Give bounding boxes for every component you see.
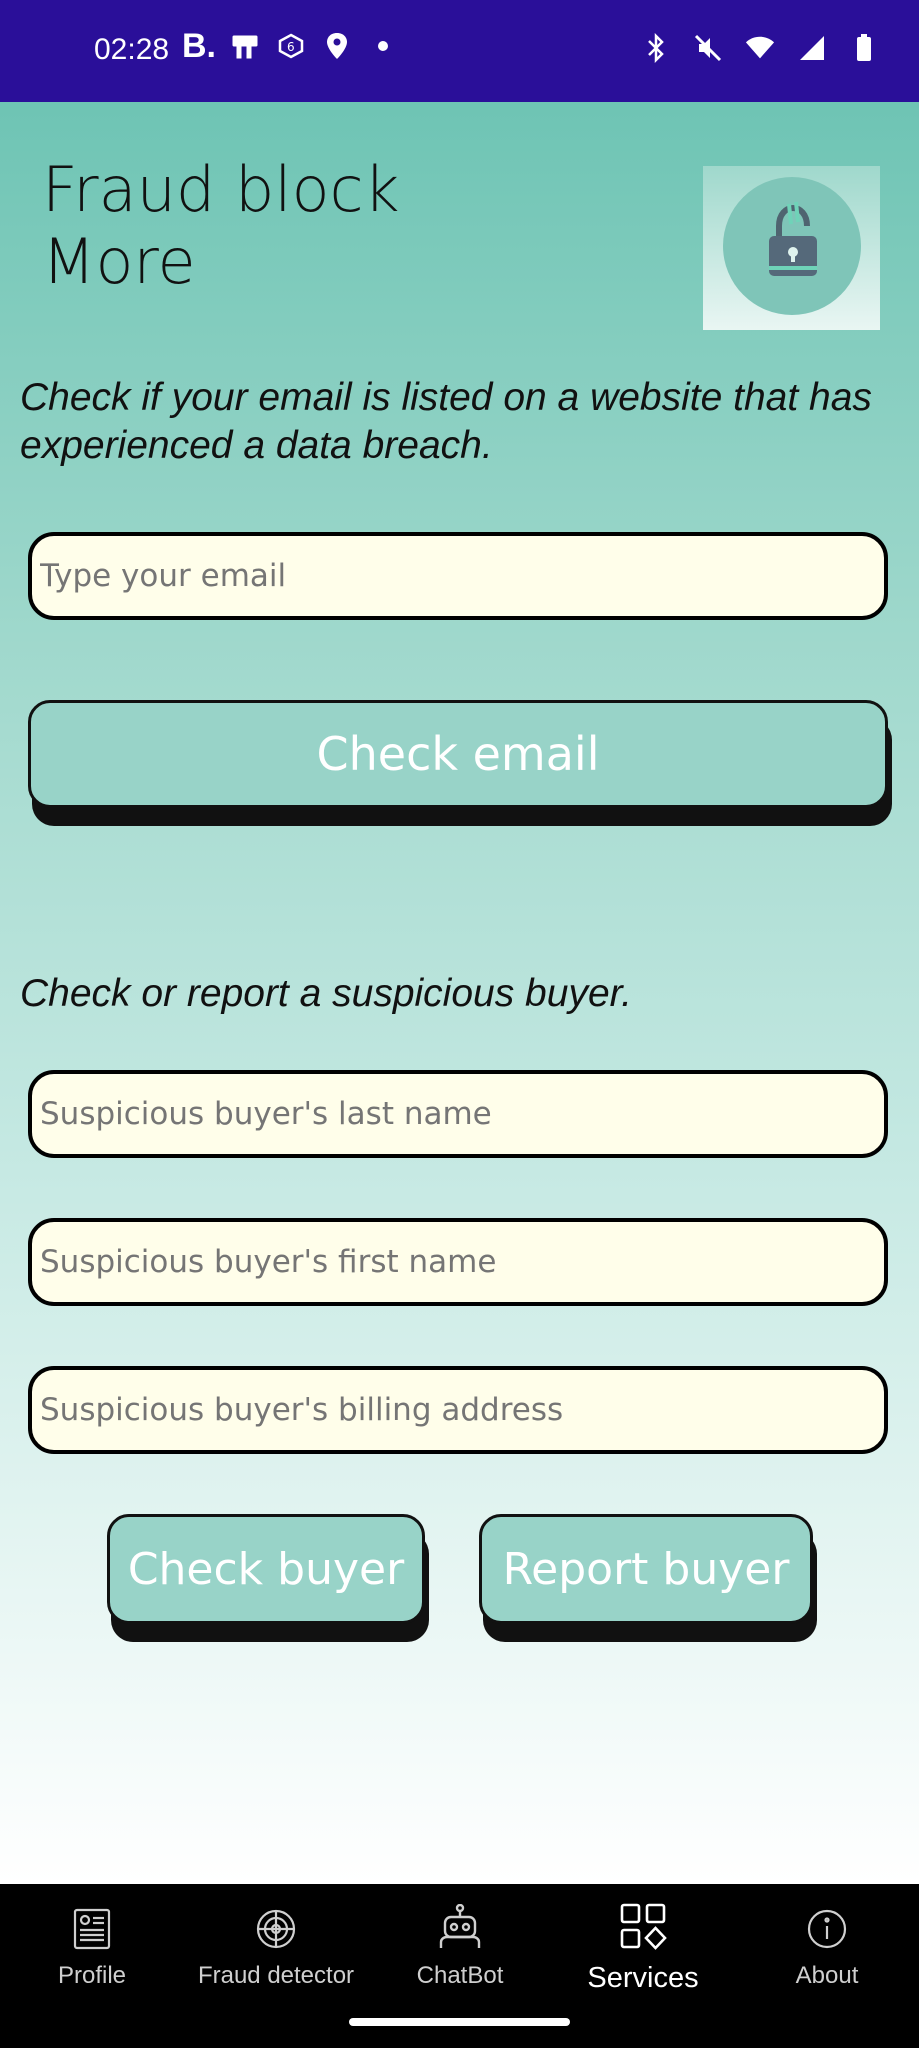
- info-icon: [742, 1900, 912, 1950]
- home-indicator[interactable]: [349, 2018, 570, 2026]
- status-icons-left: B. 6: [182, 26, 398, 65]
- nav-label-about: About: [795, 1962, 859, 1989]
- nav-item-services[interactable]: Services: [558, 1896, 728, 1995]
- location-icon: [322, 30, 352, 62]
- padlock-icon: [769, 201, 817, 276]
- signal-icon: [797, 32, 827, 64]
- app-icon: 6: [276, 30, 306, 62]
- nav-label-profile: Profile: [57, 1962, 127, 1989]
- check-buyer-button[interactable]: Check buyer: [107, 1514, 425, 1624]
- check-email-button[interactable]: Check email: [28, 700, 888, 808]
- booking-b-icon: B.: [182, 26, 216, 65]
- buyer-section-description: Check or report a suspicious buyer.: [20, 972, 633, 1015]
- radar-icon: [186, 1900, 366, 1950]
- page-title: Fraud block More: [42, 154, 400, 298]
- nav-item-profile[interactable]: Profile: [7, 1900, 177, 1990]
- status-icons-right: [641, 32, 879, 64]
- robot-icon: [375, 1900, 545, 1950]
- bottom-navigation: Profile Fraud detector ChatBot Services …: [0, 1884, 919, 2048]
- app-logo: [703, 166, 880, 330]
- email-input[interactable]: [28, 532, 888, 620]
- grid-icon: [558, 1896, 728, 1950]
- nav-label-chatbot: ChatBot: [416, 1962, 504, 1989]
- nav-item-chatbot[interactable]: ChatBot: [375, 1900, 545, 1990]
- photo-icon: [230, 30, 260, 62]
- title-line2: More: [42, 225, 196, 298]
- buyer-first-name-input[interactable]: [28, 1218, 888, 1306]
- dot-icon: [368, 30, 398, 62]
- report-buyer-button[interactable]: Report buyer: [479, 1514, 813, 1624]
- email-section-description: Check if your email is listed on a websi…: [20, 376, 872, 467]
- title-line1: Fraud block: [42, 153, 400, 226]
- status-bar: 02:28 B. 6: [0, 0, 919, 102]
- profile-icon: [7, 1900, 177, 1950]
- battery-icon: [849, 32, 879, 64]
- svg-text:6: 6: [287, 40, 295, 54]
- wifi-icon: [745, 32, 775, 64]
- status-time: 02:28: [94, 33, 170, 66]
- nav-item-fraud-detector[interactable]: Fraud detector: [186, 1900, 366, 1990]
- nav-label-fraud-detector: Fraud detector: [197, 1962, 355, 1989]
- main-content: Fraud block More Check if your email is …: [0, 102, 919, 1884]
- buyer-billing-address-input[interactable]: [28, 1366, 888, 1454]
- nav-item-about[interactable]: About: [742, 1900, 912, 1990]
- buyer-last-name-input[interactable]: [28, 1070, 888, 1158]
- mute-icon: [693, 32, 723, 64]
- nav-label-services: Services: [587, 1962, 699, 1994]
- bluetooth-icon: [641, 32, 671, 64]
